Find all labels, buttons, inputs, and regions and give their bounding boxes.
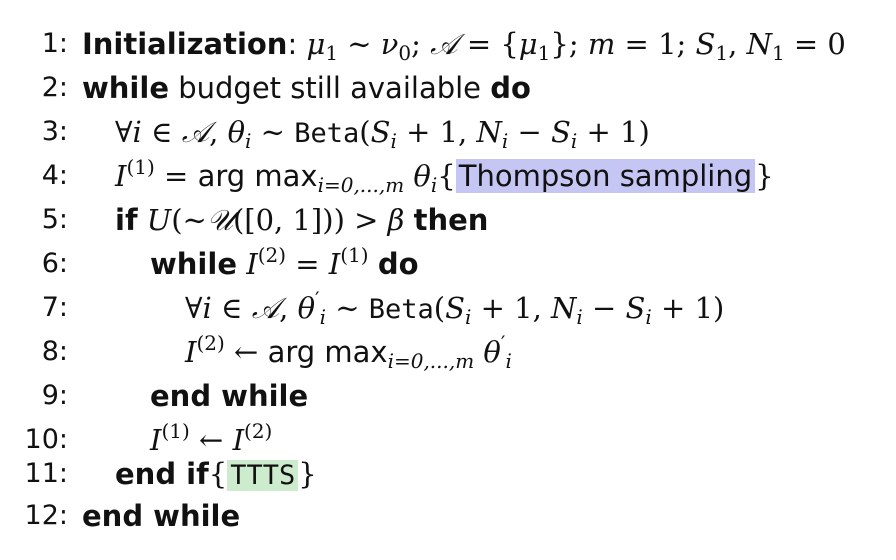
line-number: 3: bbox=[41, 116, 68, 147]
beta-function: Beta bbox=[368, 294, 434, 325]
line-number: 2: bbox=[41, 72, 68, 103]
argmax-operator: arg max bbox=[197, 159, 318, 193]
keyword-initialization: Initialization bbox=[82, 27, 288, 61]
loop-condition: budget still available bbox=[178, 71, 482, 105]
argmax-subscript: i=0,...,m bbox=[317, 173, 405, 197]
line-number: 9: bbox=[41, 380, 68, 411]
keyword-do: do bbox=[490, 71, 531, 105]
line-number: 1: bbox=[41, 28, 68, 59]
line-number: 7: bbox=[41, 292, 68, 323]
line-number: 11: bbox=[24, 458, 68, 489]
keyword-end-while: end while bbox=[82, 499, 241, 533]
line-number: 6: bbox=[41, 248, 68, 279]
keyword-while: while bbox=[82, 71, 169, 105]
line-number: 8: bbox=[41, 336, 68, 367]
keyword-end-if: end if bbox=[115, 457, 209, 491]
algorithm-block: 1: Initialization: μ1 ∼ ν0; 𝒜 = {μ1}; m … bbox=[0, 0, 896, 560]
line-number: 4: bbox=[41, 160, 68, 191]
beta-function: Beta bbox=[294, 118, 360, 149]
keyword-if: if bbox=[115, 203, 138, 237]
comment-ttts: TTTS bbox=[227, 460, 299, 491]
line-number: 12: bbox=[24, 500, 68, 531]
argmax-subscript: i=0,...,m bbox=[387, 349, 475, 373]
keyword-end-while: end while bbox=[150, 379, 309, 413]
line-number: 5: bbox=[41, 204, 68, 235]
keyword-then: then bbox=[413, 203, 489, 237]
argmax-operator: arg max bbox=[267, 335, 388, 369]
math-expression: μ1 ∼ ν0 bbox=[306, 27, 412, 65]
comment-thompson-sampling: Thompson sampling bbox=[455, 159, 756, 193]
keyword-while: while bbox=[150, 247, 237, 281]
keyword-do: do bbox=[377, 247, 419, 281]
